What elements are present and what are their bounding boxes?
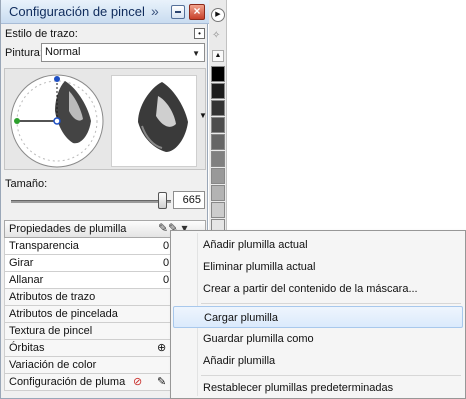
menu-item-create-from-mask[interactable]: Crear a partir del contenido de la másca… <box>173 278 463 300</box>
size-slider-track[interactable] <box>11 200 171 203</box>
menu-item-save-nib-as[interactable]: Guardar plumilla como <box>173 328 463 350</box>
property-label: Atributos de trazo <box>9 291 96 303</box>
paint-mode-value: Normal <box>45 46 81 58</box>
pen-icon[interactable]: ✎ <box>157 374 166 390</box>
menu-item-add-nib[interactable]: Añadir plumilla <box>173 350 463 372</box>
menu-item-reset-default-nibs[interactable]: Restablecer plumillas predeterminadas <box>173 377 463 399</box>
stroke-style-toggle[interactable]: • <box>194 28 205 39</box>
property-value: 0 <box>163 257 170 269</box>
expand-icon[interactable]: » <box>151 3 159 19</box>
color-swatch[interactable] <box>211 66 225 82</box>
property-value: 0 <box>163 274 170 286</box>
property-label: Allanar <box>9 274 44 286</box>
paint-mode-select[interactable]: Normal ▼ <box>41 43 205 62</box>
wand-icon[interactable]: ✧ <box>212 30 220 41</box>
menu-item-load-nib[interactable]: Cargar plumilla <box>173 306 463 328</box>
chevron-down-icon: ▼ <box>192 49 200 58</box>
menu-item-delete-current-nib[interactable]: Eliminar plumilla actual <box>173 256 463 278</box>
property-label: Atributos de pincelada <box>9 308 118 320</box>
color-swatch[interactable] <box>211 83 225 99</box>
color-swatch[interactable] <box>211 100 225 116</box>
stroke-style-label: Estilo de trazo: <box>5 28 78 40</box>
rotation-dial[interactable] <box>9 73 105 169</box>
paint-label: Pintura: <box>5 47 43 59</box>
orbit-icon[interactable]: ⊕ <box>157 340 166 356</box>
chevron-down-icon[interactable]: ▼ <box>199 111 207 120</box>
property-label: Órbitas <box>9 342 45 354</box>
scroll-up-icon[interactable]: ▲ <box>212 50 224 62</box>
brush-preview-area: ▼ <box>4 68 207 170</box>
disabled-icon[interactable]: ⊘ <box>133 374 142 390</box>
menu-separator <box>201 375 461 376</box>
color-swatch[interactable] <box>211 151 225 167</box>
size-value-field[interactable]: 665 <box>173 191 205 209</box>
property-value: 0 <box>163 240 170 252</box>
size-slider-thumb[interactable] <box>158 192 167 209</box>
panel-title: Configuración de pincel <box>9 4 145 19</box>
color-swatch[interactable] <box>211 134 225 150</box>
menu-item-add-current-nib[interactable]: Añadir plumilla actual <box>173 234 463 256</box>
close-button[interactable]: × <box>189 4 205 20</box>
color-swatch[interactable] <box>211 117 225 133</box>
size-label: Tamaño: <box>5 178 48 190</box>
color-swatch[interactable] <box>211 185 225 201</box>
property-label: Textura de pincel <box>9 325 93 337</box>
play-icon[interactable]: ▶ <box>211 8 225 22</box>
nib-properties-label: Propiedades de plumilla <box>9 223 127 235</box>
color-swatch[interactable] <box>211 168 225 184</box>
property-label: Transparencia <box>9 240 79 252</box>
property-label: Configuración de pluma <box>9 376 126 388</box>
color-swatch[interactable] <box>211 202 225 218</box>
property-label: Girar <box>9 257 34 269</box>
property-label: Variación de color <box>9 359 97 371</box>
panel-titlebar[interactable]: Configuración de pincel » × <box>1 0 209 24</box>
minimize-button[interactable] <box>171 5 185 19</box>
nib-context-menu: Añadir plumilla actual Eliminar plumilla… <box>170 230 466 399</box>
brush-tip-preview <box>111 75 197 167</box>
menu-separator <box>201 303 461 304</box>
